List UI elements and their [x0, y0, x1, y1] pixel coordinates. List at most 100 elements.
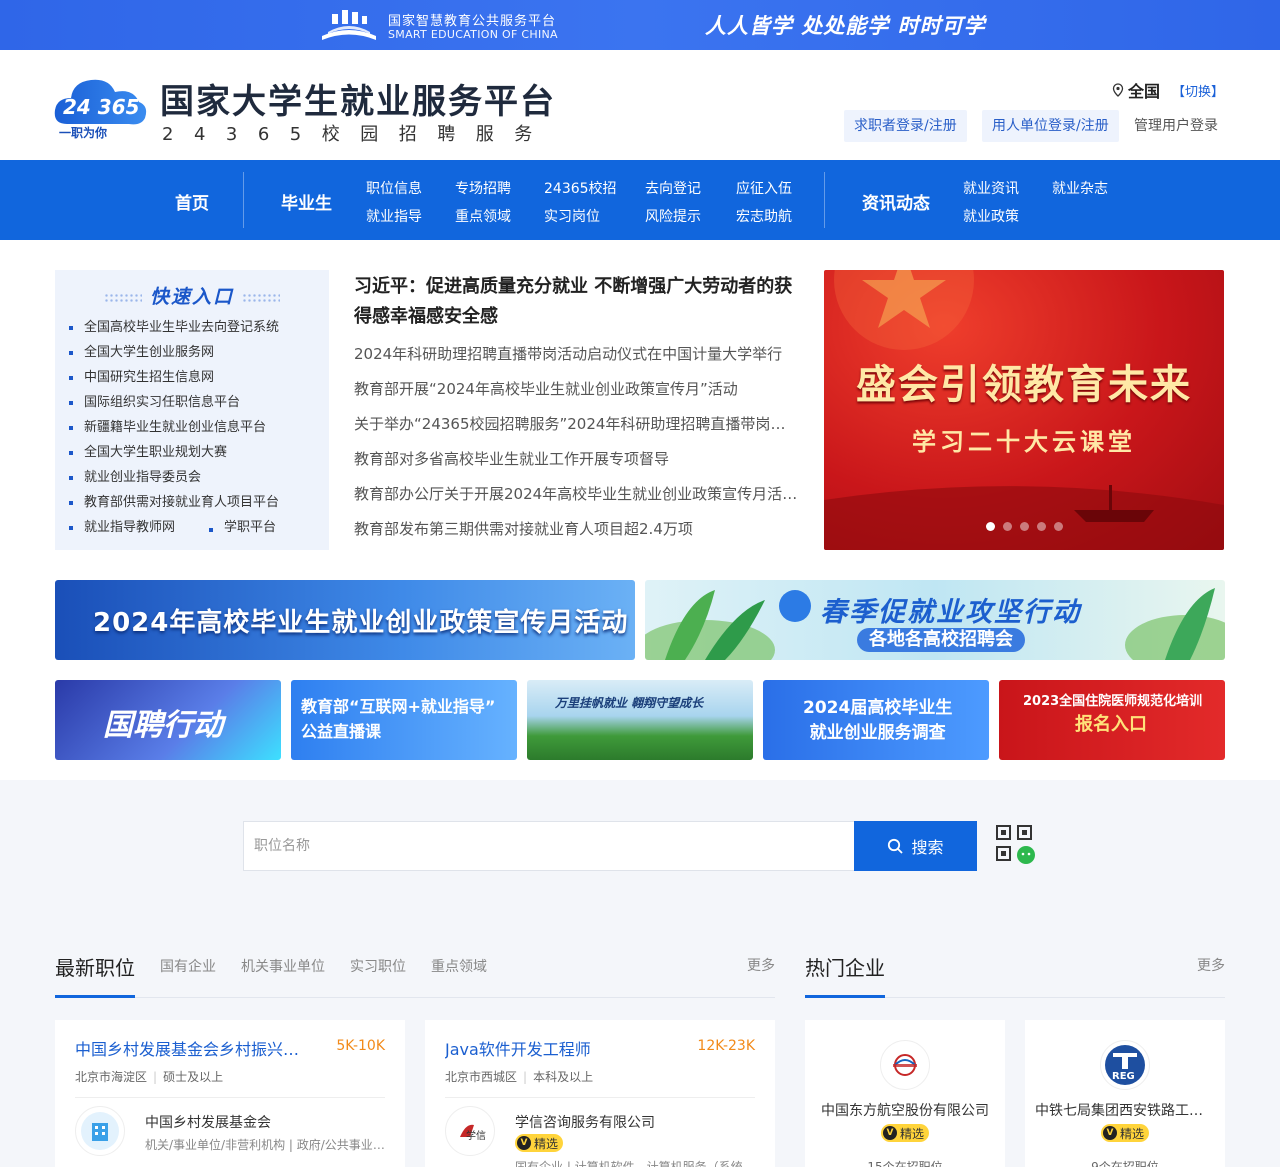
tile-title: 2023全国住院医师规范化培训 [1023, 694, 1203, 709]
brand-logo[interactable]: 24 365 一职为你 [53, 74, 149, 142]
news-item[interactable]: 教育部对多省高校毕业生就业工作开展专项督导 [354, 446, 799, 472]
xuexin-logo-icon: 学信 [460, 1124, 486, 1142]
carousel-dot[interactable] [1054, 522, 1063, 531]
site-subtitle: 24365校园招聘服务 [162, 124, 553, 145]
news-list: 习近平：促进高质量充分就业 不断增强广大劳动者的获得感幸福感安全感 2024年科… [354, 272, 799, 542]
news-headline[interactable]: 习近平：促进高质量充分就业 不断增强广大劳动者的获得感幸福感安全感 [354, 272, 799, 332]
main-nav: 首页 毕业生 职位信息 专场招聘 24365校招 去向登记 应征入伍 就业指导 … [0, 160, 1280, 240]
jobs-more-link[interactable]: 更多 [747, 955, 775, 975]
company-name[interactable]: 中铁七局集团西安铁路工程有限公司 [1035, 1100, 1215, 1120]
nav-career-guidance[interactable]: 就业指导 [366, 206, 422, 226]
companies-more-link[interactable]: 更多 [1197, 955, 1225, 975]
tile-subtitle: 报名入口 [1075, 714, 1147, 735]
quick-entry-item[interactable]: 教育部供需对接就业育人项目平台 [69, 493, 279, 518]
hot-companies-title[interactable]: 热门企业 [805, 952, 885, 981]
quick-entry-item[interactable]: 中国研究生招生信息网 [69, 368, 279, 393]
nav-hongzhi[interactable]: 宏志助航 [736, 206, 792, 226]
nav-graduates[interactable]: 毕业生 [281, 189, 332, 214]
employer-login-button[interactable]: 用人单位登录/注册 [982, 110, 1119, 142]
job-card[interactable]: Java软件开发工程师 12K-23K 北京市西城区 | 本科及以上 学信 学信咨询… [425, 1020, 775, 1167]
nav-destination-register[interactable]: 去向登记 [645, 178, 701, 198]
internet-guidance-tile[interactable]: 教育部“互联网+就业指导” 公益直播课 [291, 680, 517, 760]
carousel-dot[interactable] [986, 522, 995, 531]
nav-enlist[interactable]: 应征入伍 [736, 178, 792, 198]
admin-login-button[interactable]: 管理用户登录 [1124, 110, 1228, 142]
carousel-decoration [824, 270, 1224, 550]
graduate-survey-tile[interactable]: 2024届高校毕业生 就业创业服务调查 [763, 680, 989, 760]
card-divider [75, 1097, 385, 1098]
svg-text:学信: 学信 [466, 1129, 486, 1142]
nav-risk-alerts[interactable]: 风险提示 [645, 206, 701, 226]
decor-dots [103, 292, 142, 303]
search-input[interactable] [243, 821, 855, 871]
nav-home[interactable]: 首页 [175, 189, 209, 214]
quick-entry-item[interactable]: 国际组织实习任职信息平台 [69, 393, 279, 418]
news-item[interactable]: 教育部发布第三期供需对接就业育人项目超2.4万项 [354, 516, 799, 542]
quick-entry-item[interactable]: 学职平台 [209, 520, 276, 535]
brand-logo-number: 24 365 [63, 95, 140, 119]
nav-employment-news[interactable]: 就业资讯 [963, 178, 1019, 198]
campaign-tile[interactable]: 万里挂帆就业 翱翔守望成长 [527, 680, 753, 760]
company-job-count: 9个在招职位 [1091, 1160, 1159, 1167]
company-card[interactable]: REG 中铁七局集团西安铁路工程有限公司 V精选 9个在招职位 [1025, 1020, 1225, 1167]
banner-subtitle: 各地各高校招聘会 [857, 628, 1025, 652]
search-button[interactable]: 搜索 [854, 821, 977, 871]
policy-month-banner[interactable]: 2024年高校毕业生就业创业政策宣传月活动 [55, 580, 635, 660]
resident-training-tile[interactable]: 2023全国住院医师规范化培训 报名入口 [999, 680, 1225, 760]
tile-title: 2024届高校毕业生 [803, 698, 953, 718]
company-logo: 学信 [445, 1106, 495, 1156]
quick-entry-item[interactable]: 就业创业指导委员会 [69, 468, 279, 493]
nav-internships[interactable]: 实习岗位 [544, 206, 600, 226]
location-name: 全国 [1128, 82, 1161, 101]
hero-carousel[interactable]: 盛会引领教育未来 学习二十大云课堂 [824, 270, 1224, 550]
location-selector[interactable]: 全国 【切换】 [1112, 78, 1224, 102]
tile-title: 万里挂帆就业 翱翔守望成长 [555, 696, 704, 710]
badge-label: 精选 [534, 1136, 559, 1151]
main-content: 快速入口 全国高校毕业生毕业去向登记系统 全国大学生创业服务网 中国研究生招生信… [0, 240, 1280, 780]
location-pin-icon [1112, 83, 1124, 97]
nav-employment-magazine[interactable]: 就业杂志 [1052, 178, 1108, 198]
nav-special-recruit[interactable]: 专场招聘 [455, 178, 511, 198]
carousel-subtitle: 学习二十大云课堂 [912, 428, 1136, 456]
company-name[interactable]: 学信咨询服务有限公司 [515, 1112, 655, 1132]
tab-internships[interactable]: 实习职位 [350, 956, 406, 976]
quick-entry-item[interactable]: 新疆籍毕业生就业创业信息平台 [69, 418, 279, 443]
carousel-title: 盛会引领教育未来 [856, 362, 1192, 408]
guopin-action-tile[interactable]: 国聘行动 [55, 680, 281, 760]
nav-key-fields[interactable]: 重点领域 [455, 206, 511, 226]
nav-news[interactable]: 资讯动态 [862, 189, 930, 214]
top-banner: 国家智慧教育公共服务平台 SMART EDUCATION OF CHINA 人人… [0, 0, 1280, 50]
news-item[interactable]: 教育部办公厅关于开展2024年高校毕业生就业创业政策宣传月活动的通知 [354, 481, 799, 507]
quick-entry-item[interactable]: 全国大学生职业规划大赛 [69, 443, 279, 468]
location-switch-link[interactable]: 【切换】 [1172, 81, 1224, 100]
company-card[interactable]: 中国东方航空股份有限公司 V 精选 15个在招职位 [805, 1020, 1005, 1167]
nav-24365-campus[interactable]: 24365校招 [544, 178, 617, 198]
qr-code-icon[interactable] [996, 825, 1038, 867]
quick-entry-item[interactable]: 全国高校毕业生毕业去向登记系统 [69, 318, 279, 343]
tab-key-fields[interactable]: 重点领域 [431, 956, 487, 976]
news-item[interactable]: 教育部开展“2024年高校毕业生就业创业政策宣传月”活动 [354, 376, 799, 402]
banner-title: 春季促就业攻坚行动 [820, 597, 1081, 628]
job-card[interactable]: 中国乡村发展基金会乡村振兴部项目官员 5K-10K 北京市海淀区|硕士及以上 中… [55, 1020, 405, 1167]
nav-job-info[interactable]: 职位信息 [366, 178, 422, 198]
company-name[interactable]: 中国东方航空股份有限公司 [815, 1100, 995, 1120]
carousel-dot[interactable] [1003, 522, 1012, 531]
quick-entry-item[interactable]: 全国大学生创业服务网 [69, 343, 279, 368]
news-item[interactable]: 关于举办“24365校园招聘服务”2024年科研助理招聘直播带岗活动的通知 [354, 411, 799, 437]
seeker-login-button[interactable]: 求职者登录/注册 [844, 110, 967, 142]
nav-employment-policy[interactable]: 就业政策 [963, 206, 1019, 226]
carousel-dot[interactable] [1037, 522, 1046, 531]
latest-jobs-title[interactable]: 最新职位 [55, 952, 135, 981]
spring-employment-banner[interactable]: 春季促就业攻坚行动 各地各高校招聘会 [645, 580, 1225, 660]
job-title[interactable]: 中国乡村发展基金会乡村振兴部项目官员 [75, 1036, 305, 1060]
carousel-dot[interactable] [1020, 522, 1029, 531]
news-item[interactable]: 2024年科研助理招聘直播带岗活动启动仪式在中国计量大学举行 [354, 341, 799, 367]
tab-public-institutions[interactable]: 机关事业单位 [241, 956, 325, 976]
job-title[interactable]: Java软件开发工程师 [445, 1036, 675, 1060]
search-button-label: 搜索 [911, 838, 944, 857]
quick-entry-item[interactable]: 就业指导教师网 [84, 520, 175, 535]
company-name[interactable]: 中国乡村发展基金会 [145, 1112, 271, 1132]
tab-state-owned[interactable]: 国有企业 [160, 956, 216, 976]
quick-entry-panel: 快速入口 全国高校毕业生毕业去向登记系统 全国大学生创业服务网 中国研究生招生信… [55, 270, 329, 550]
tile-subtitle: 就业创业服务调查 [809, 723, 946, 743]
